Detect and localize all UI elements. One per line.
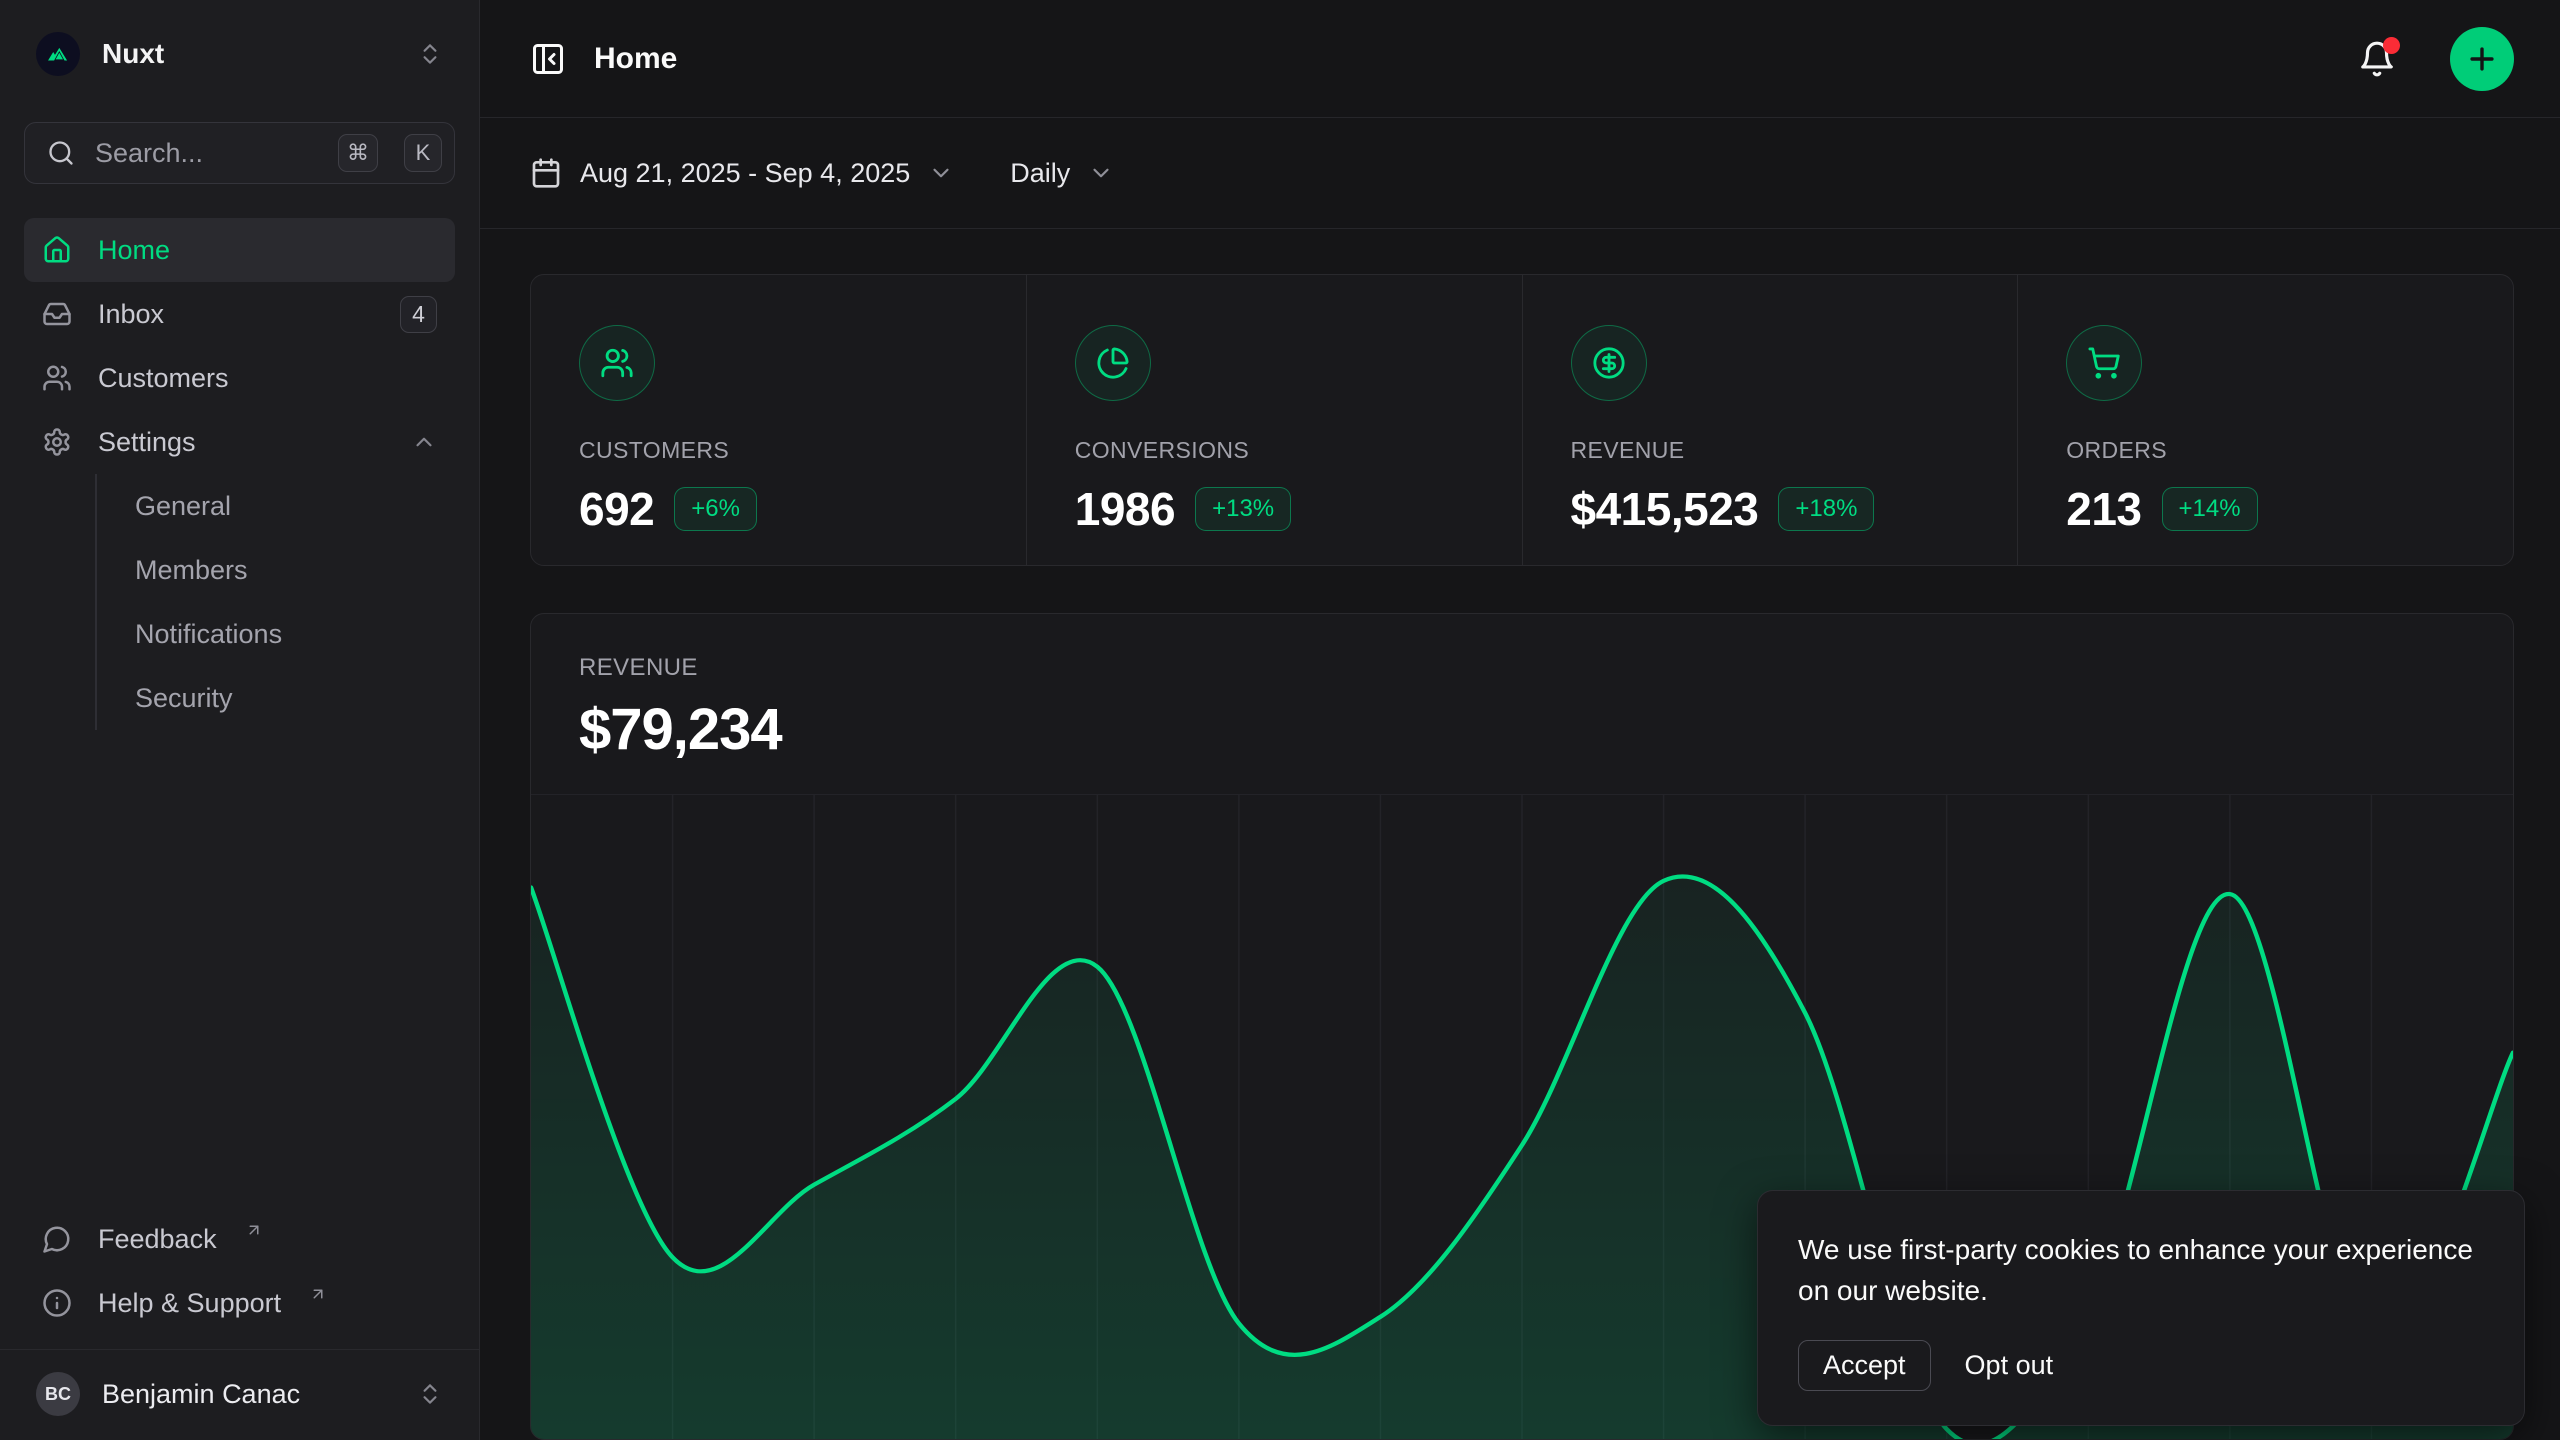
users-icon xyxy=(42,363,72,393)
revenue-chart-label: REVENUE xyxy=(579,654,2513,682)
sidebar-item-label: Settings xyxy=(98,427,385,458)
revenue-chart-header: REVENUE $79,234 xyxy=(531,614,2513,794)
sidebar-nav: Home Inbox 4 Customers Settings xyxy=(24,218,455,730)
calendar-icon xyxy=(530,157,562,189)
cookie-banner: We use first-party cookies to enhance yo… xyxy=(1757,1190,2525,1426)
chevron-up-icon xyxy=(411,429,437,455)
brand-name: Nuxt xyxy=(102,38,395,70)
chevron-down-icon xyxy=(1088,160,1114,186)
external-link-icon xyxy=(245,1221,263,1239)
sidebar-item-help-support[interactable]: Help & Support xyxy=(24,1271,455,1335)
stats-row: CUSTOMERS 692 +6% CONVERSIONS 1986 +13% xyxy=(530,274,2514,566)
unread-notification-dot xyxy=(2383,37,2400,54)
stat-label: ORDERS xyxy=(2066,437,2513,464)
users-icon xyxy=(579,325,655,401)
circle-dollar-icon xyxy=(1571,325,1647,401)
sidebar-item-settings[interactable]: Settings xyxy=(24,410,455,474)
sidebar-item-label: Help & Support xyxy=(98,1288,281,1319)
stat-label: REVENUE xyxy=(1571,437,2018,464)
page-title: Home xyxy=(594,42,2330,76)
chevron-down-icon xyxy=(928,160,954,186)
external-link-icon xyxy=(309,1285,327,1303)
stat-value: 213 xyxy=(2066,482,2141,536)
add-button[interactable] xyxy=(2450,27,2514,91)
cmd-keycap: ⌘ xyxy=(338,134,378,172)
gear-icon xyxy=(42,427,72,457)
date-range-picker[interactable]: Aug 21, 2025 - Sep 4, 2025 xyxy=(530,157,954,189)
sidebar-item-security[interactable]: Security xyxy=(127,666,455,730)
user-name: Benjamin Canac xyxy=(102,1379,395,1410)
sidebar-item-general[interactable]: General xyxy=(127,474,455,538)
search-icon xyxy=(47,139,75,167)
panel-left-close-icon xyxy=(530,41,566,77)
stat-delta-badge: +14% xyxy=(2162,487,2258,531)
stat-delta-badge: +13% xyxy=(1195,487,1291,531)
stat-conversions[interactable]: CONVERSIONS 1986 +13% xyxy=(1026,275,1522,565)
inbox-icon xyxy=(42,299,72,329)
notifications-button[interactable] xyxy=(2358,40,2396,78)
home-icon xyxy=(42,235,72,265)
sidebar-item-label: Customers xyxy=(98,363,229,394)
sidebar-item-feedback[interactable]: Feedback xyxy=(24,1207,455,1271)
stat-value: 1986 xyxy=(1075,482,1175,536)
sidebar-footer: Feedback Help & Support xyxy=(24,1207,455,1349)
sidebar-item-label: Home xyxy=(98,235,170,266)
sidebar-item-notifications[interactable]: Notifications xyxy=(127,602,455,666)
user-menu[interactable]: BC Benjamin Canac xyxy=(24,1362,455,1426)
chevrons-up-down-icon xyxy=(417,41,443,67)
sidebar: Nuxt Search... ⌘ K Home xyxy=(0,0,480,1440)
search-input[interactable]: Search... ⌘ K xyxy=(24,122,455,184)
info-circle-icon xyxy=(42,1288,72,1318)
message-bubble-icon xyxy=(42,1224,72,1254)
filter-bar: Aug 21, 2025 - Sep 4, 2025 Daily xyxy=(480,118,2560,229)
revenue-chart-value: $79,234 xyxy=(579,696,2513,763)
sidebar-item-home[interactable]: Home xyxy=(24,218,455,282)
inbox-count-badge: 4 xyxy=(400,296,437,333)
plus-icon xyxy=(2465,42,2499,76)
settings-subnav: General Members Notifications Security xyxy=(95,474,455,730)
granularity-label: Daily xyxy=(1010,158,1070,189)
page-header: Home xyxy=(480,0,2560,118)
search-placeholder: Search... xyxy=(95,138,312,169)
sidebar-item-inbox[interactable]: Inbox 4 xyxy=(24,282,455,346)
stat-label: CONVERSIONS xyxy=(1075,437,1522,464)
stat-delta-badge: +18% xyxy=(1778,487,1874,531)
team-switcher[interactable]: Nuxt xyxy=(24,22,455,86)
pie-chart-icon xyxy=(1075,325,1151,401)
stat-revenue[interactable]: REVENUE $415,523 +18% xyxy=(1522,275,2018,565)
cookie-message: We use first-party cookies to enhance yo… xyxy=(1798,1229,2484,1312)
collapse-sidebar-button[interactable] xyxy=(530,41,566,77)
stat-delta-badge: +6% xyxy=(674,487,757,531)
optout-cookies-button[interactable]: Opt out xyxy=(1965,1350,2054,1381)
stat-value: $415,523 xyxy=(1571,482,1759,536)
sidebar-item-label: Inbox xyxy=(98,299,374,330)
stat-value: 692 xyxy=(579,482,654,536)
accept-cookies-button[interactable]: Accept xyxy=(1798,1340,1931,1391)
stat-label: CUSTOMERS xyxy=(579,437,1026,464)
user-avatar: BC xyxy=(36,1372,80,1416)
shopping-cart-icon xyxy=(2066,325,2142,401)
nuxt-logo-icon xyxy=(36,32,80,76)
sidebar-item-label: Feedback xyxy=(98,1224,217,1255)
sidebar-user-section: BC Benjamin Canac xyxy=(0,1349,479,1440)
sidebar-item-members[interactable]: Members xyxy=(127,538,455,602)
stat-customers[interactable]: CUSTOMERS 692 +6% xyxy=(531,275,1026,565)
k-keycap: K xyxy=(404,134,442,172)
sidebar-item-customers[interactable]: Customers xyxy=(24,346,455,410)
date-range-label: Aug 21, 2025 - Sep 4, 2025 xyxy=(580,158,910,189)
granularity-select[interactable]: Daily xyxy=(1010,158,1114,189)
stat-orders[interactable]: ORDERS 213 +14% xyxy=(2017,275,2513,565)
chevrons-up-down-icon xyxy=(417,1381,443,1407)
